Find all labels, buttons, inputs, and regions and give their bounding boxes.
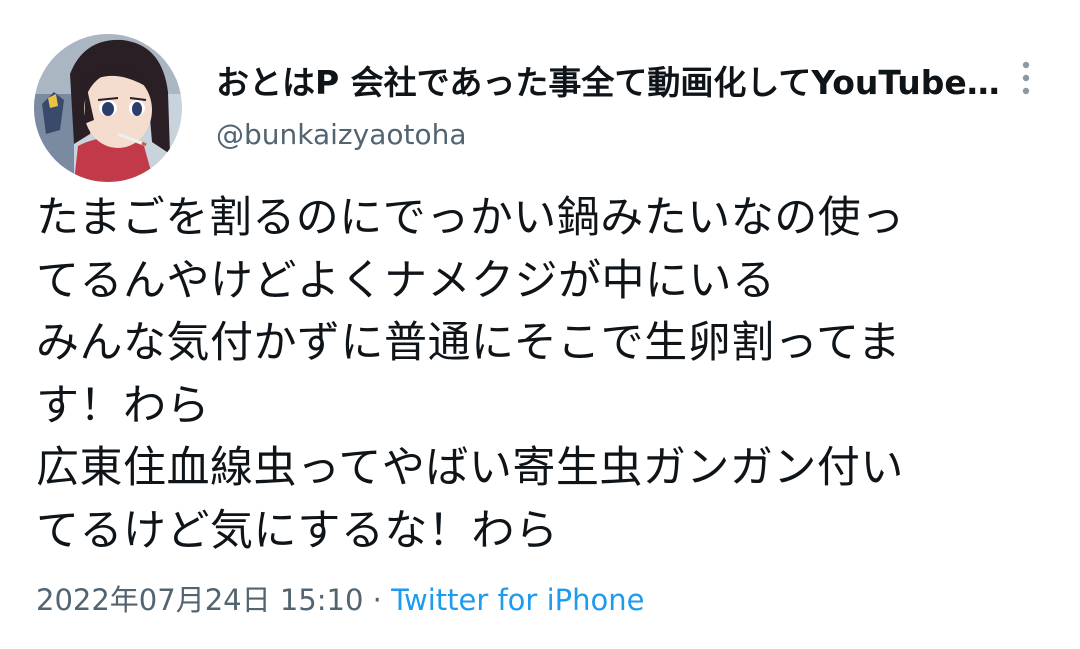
tweet-timestamp[interactable]: 2022年07月24日 15:10	[36, 583, 363, 617]
more-options-button[interactable]	[1016, 58, 1036, 98]
tweet-text-line: 広東住血線虫ってやばい寄生虫ガンガン付い	[36, 443, 904, 493]
meta-separator: ·	[372, 583, 382, 617]
more-vertical-icon	[1022, 61, 1030, 95]
author-handle[interactable]: @bunkaizyaotoha	[216, 115, 467, 155]
avatar[interactable]	[34, 34, 182, 182]
tweet-source-link[interactable]: Twitter for iPhone	[391, 583, 644, 617]
tweet-meta: 2022年07月24日 15:10 · Twitter for iPhone	[36, 580, 644, 620]
tweet-text-line: たまごを割るのにでっかい鍋みたいなの使っ	[36, 193, 905, 243]
author-display-name[interactable]: おとはP 会社であった事全て動画化してYouTube…	[216, 60, 1000, 106]
tweet-text-line: てるんやけどよくナメクジが中にいる	[36, 255, 776, 306]
tweet-text-line: みんな気付かずに普通にそこで生卵割ってま	[36, 318, 901, 368]
avatar-illustration	[34, 34, 182, 182]
tweet-text-line: てるけど気にするな！わら	[36, 505, 559, 556]
tweet-text-line: す！わら	[36, 380, 210, 431]
tweet-text: たまごを割るのにでっかい鍋みたいなの使っ てるんやけどよくナメクジが中にいる み…	[36, 187, 1046, 562]
